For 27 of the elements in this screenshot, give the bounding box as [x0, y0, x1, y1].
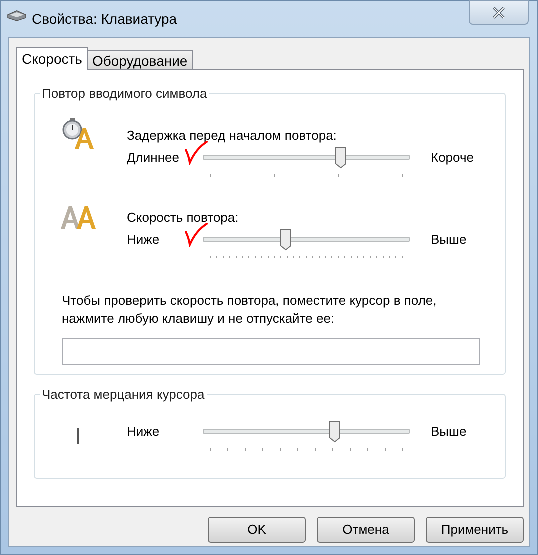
dialog-button[interactable]: Отмена [317, 516, 415, 542]
tab[interactable]: Скорость [16, 47, 88, 70]
slider-thumb[interactable] [280, 228, 292, 250]
letters-icon [61, 204, 97, 230]
keyboard-icon [7, 10, 27, 22]
slider-label: Выше [431, 230, 467, 248]
slider-thumb[interactable] [328, 420, 341, 442]
group-title: Повтор вводимого символа [41, 85, 208, 103]
slider-title: Скорость повтора: [127, 208, 239, 224]
text-cursor-icon [77, 428, 79, 444]
instruction-text: Чтобы проверить скорость повтора, поместите курсор в поле, нажмите любую клавишу и не отпускайте ее: [62, 292, 438, 328]
close-button[interactable] [469, 0, 529, 25]
slider-label: Длиннее [127, 150, 180, 164]
stopwatch-letter-icon [61, 118, 95, 150]
dialog-button[interactable]: Применить [426, 516, 524, 542]
close-icon [492, 6, 506, 18]
slider-label: Выше [431, 422, 467, 440]
slider-thumb[interactable] [335, 146, 348, 168]
slider-label: Короче [431, 148, 474, 167]
tab[interactable]: Оборудование [88, 50, 193, 69]
slider-title: Задержка перед началом повтора: [127, 126, 337, 142]
slider-label: Ниже [127, 232, 160, 246]
dialog-button[interactable]: OK [208, 516, 306, 542]
slider-label: Ниже [127, 424, 160, 438]
window-title: Свойства: Клавиатура [32, 10, 178, 29]
input-field[interactable] [62, 338, 480, 364]
group-title: Частота мерцания курсора [41, 386, 206, 404]
